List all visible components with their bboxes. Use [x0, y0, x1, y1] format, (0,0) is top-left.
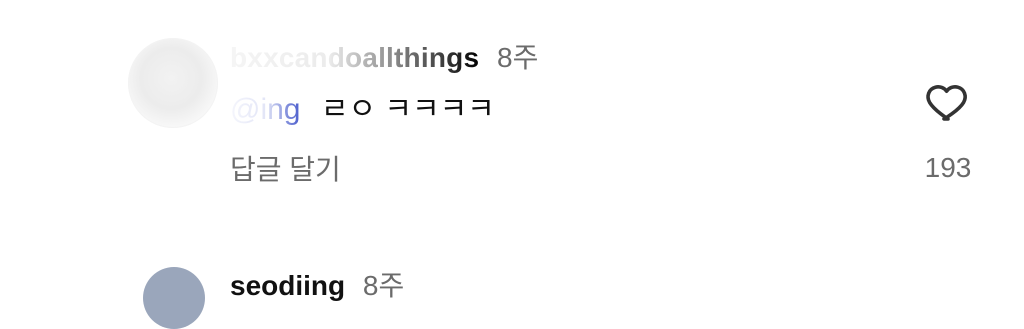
heart-icon[interactable] — [924, 78, 972, 126]
comment-item: bxxcandoallthings 8주 @ing ㄹㅇ ㅋㅋㅋㅋ 답글 달기 … — [0, 0, 1024, 230]
comment-header: bxxcandoallthings 8주 — [230, 40, 538, 76]
comment-time: 8주 — [362, 270, 405, 301]
avatar[interactable] — [143, 267, 205, 329]
comment-body: ㄹㅇ ㅋㅋㅋㅋ — [320, 93, 495, 126]
mention-link[interactable]: @ing — [230, 93, 301, 126]
comment-time: 8주 — [497, 42, 539, 73]
username[interactable]: seodiing — [230, 270, 345, 301]
like-count: 193 — [924, 152, 972, 183]
comment-item: seodiing 8주 — [0, 230, 1024, 329]
reply-button[interactable]: 답글 달기 — [230, 152, 341, 188]
avatar[interactable] — [128, 38, 218, 128]
username[interactable]: bxxcandoallthings — [230, 42, 479, 73]
comment-text: @ing ㄹㅇ ㅋㅋㅋㅋ — [230, 90, 495, 130]
comment-header: seodiing 8주 — [230, 268, 404, 304]
